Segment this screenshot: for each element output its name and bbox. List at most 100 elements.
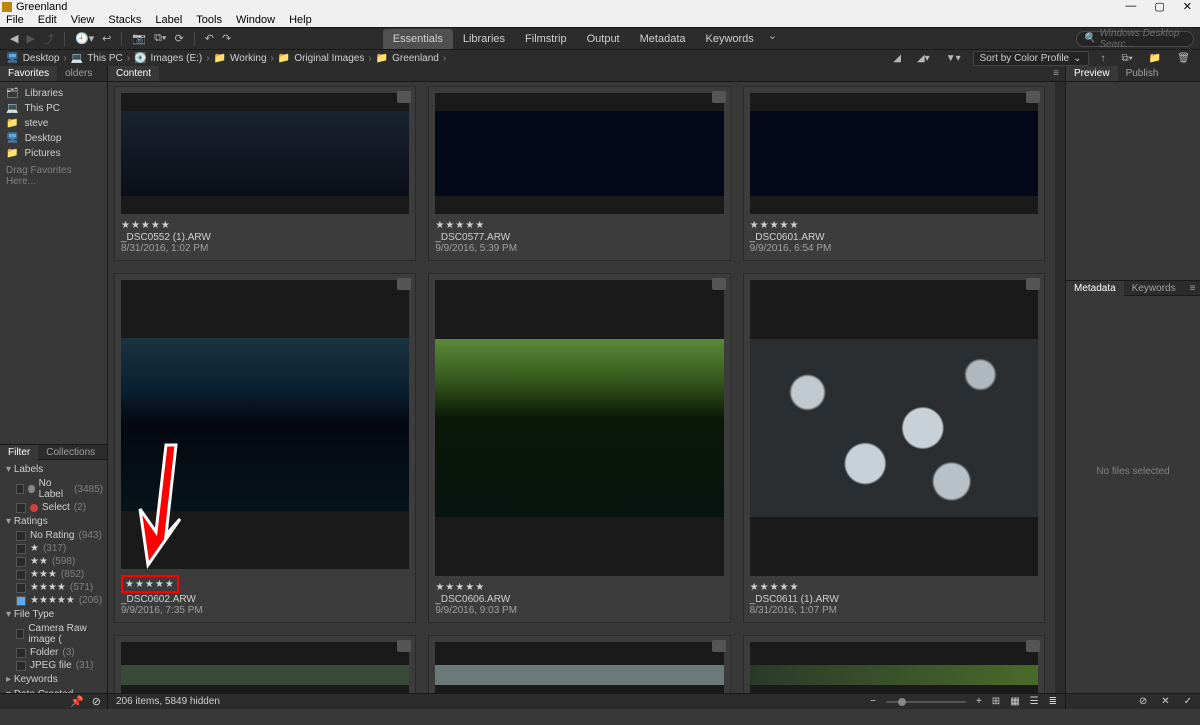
menu-file[interactable]: File	[6, 14, 24, 26]
filter-4star[interactable]: ★★★★ (571)	[6, 581, 103, 594]
zoom-out-icon[interactable]: −	[870, 696, 876, 707]
filter-nolabel[interactable]: No Label (3485)	[6, 477, 103, 501]
sort-select[interactable]: Sort by Color Profile⌄	[973, 51, 1089, 66]
camera-icon[interactable]: 📷	[128, 32, 150, 45]
vertical-scrollbar[interactable]	[1055, 82, 1065, 693]
filter-3star[interactable]: ★★★ (852)	[6, 568, 103, 581]
clear-filter-icon[interactable]: ⊘	[92, 695, 101, 708]
rotate-cw-icon[interactable]: ↷	[218, 32, 235, 45]
rating-stars[interactable]: ★★★★★	[125, 579, 175, 590]
tab-preview[interactable]: Preview	[1066, 66, 1118, 81]
boomerang-icon[interactable]: ↩	[98, 32, 115, 45]
back-icon[interactable]: ◀	[6, 32, 22, 45]
section-filetype[interactable]: File Type Camera Raw image ( Folder (3) …	[6, 607, 103, 672]
thumb-item[interactable]: ★★★★★ _DSC0611 (1).ARW 8/31/2016, 1:07 P…	[743, 273, 1045, 623]
crumb-pc[interactable]: This PC	[87, 53, 123, 64]
thumb-item[interactable]	[428, 635, 730, 693]
crumb-images[interactable]: Images (E:)	[151, 53, 203, 64]
forward-icon[interactable]: ▶	[22, 32, 38, 45]
filter-jpeg[interactable]: JPEG file (31)	[6, 659, 103, 672]
settings-badge-icon[interactable]	[1026, 278, 1040, 290]
filter-ratings-icon[interactable]: ◢	[889, 53, 905, 64]
thumb-item[interactable]	[743, 635, 1045, 693]
open-recent-icon[interactable]: ⧉▾	[1118, 53, 1137, 64]
rating-stars[interactable]: ★★★★★	[121, 220, 409, 231]
filter-label-icon[interactable]: ◢▾	[913, 53, 934, 64]
filter-2star[interactable]: ★★ (598)	[6, 555, 103, 568]
crumb-desktop[interactable]: Desktop	[23, 53, 60, 64]
ws-keywords[interactable]: Keywords	[696, 29, 764, 49]
view-list-icon[interactable]: ≣	[1049, 696, 1057, 707]
panel-menu-icon[interactable]: ≡	[1184, 283, 1200, 294]
sort-asc-icon[interactable]: ↑	[1097, 53, 1110, 64]
fav-thispc[interactable]: 💻This PC	[2, 101, 105, 116]
ws-output[interactable]: Output	[577, 29, 630, 49]
ws-filmstrip[interactable]: Filmstrip	[515, 29, 577, 49]
fav-steve[interactable]: 📁steve	[2, 116, 105, 131]
apply-icon[interactable]: ✓	[1184, 696, 1192, 707]
crumb-greenland[interactable]: Greenland	[392, 53, 439, 64]
settings-badge-icon[interactable]	[1026, 91, 1040, 103]
zoom-in-icon[interactable]: +	[976, 696, 982, 707]
tab-favorites[interactable]: Favorites	[0, 66, 57, 81]
refresh-icon[interactable]: ⟳	[171, 32, 188, 45]
view-grid-icon[interactable]: ▦	[1010, 696, 1019, 707]
settings-badge-icon[interactable]	[1026, 640, 1040, 652]
thumb-item[interactable]: ★★★★★ _DSC0577.ARW 9/9/2016, 5:39 PM	[428, 86, 730, 261]
tab-folders[interactable]: olders	[57, 66, 100, 81]
section-ratings[interactable]: Ratings No Rating (943) ★ (317) ★★ (598)…	[6, 514, 103, 607]
menu-view[interactable]: View	[71, 14, 95, 26]
thumb-item[interactable]: ★★★★★ _DSC0552 (1).ARW 8/31/2016, 1:02 P…	[114, 86, 416, 261]
tab-collections[interactable]: Collections	[38, 445, 103, 460]
section-keywords[interactable]: Keywords	[6, 672, 103, 687]
filter-raw[interactable]: Camera Raw image (	[6, 622, 103, 646]
menu-label[interactable]: Label	[155, 14, 182, 26]
section-labels[interactable]: Labels No Label (3485) Select (2)	[6, 462, 103, 514]
lock-thumb-icon[interactable]: ⊞	[992, 696, 1000, 707]
window-maximize-icon[interactable]: ▢	[1154, 0, 1164, 13]
cancel-icon[interactable]: ✕	[1161, 696, 1169, 707]
filter-funnel-icon[interactable]: ▼▾	[942, 53, 965, 64]
tab-content[interactable]: Content	[108, 66, 159, 81]
thumb-item[interactable]: ★★★★★ _DSC0606.ARW 9/9/2016, 9:03 PM	[428, 273, 730, 623]
filter-5star[interactable]: ★★★★★ (206)	[6, 594, 103, 607]
filter-1star[interactable]: ★ (317)	[6, 542, 103, 555]
thumb-item[interactable]	[114, 635, 416, 693]
tab-publish[interactable]: Publish	[1118, 66, 1167, 81]
fav-libraries[interactable]: 🗂Libraries	[2, 86, 105, 101]
export-icon[interactable]: ⧉▾	[150, 32, 170, 45]
rating-stars[interactable]: ★★★★★	[750, 582, 1038, 593]
workspace-more-icon[interactable]: ⌄	[764, 29, 781, 49]
tab-filter[interactable]: Filter	[0, 445, 38, 460]
tab-keywords[interactable]: Keywords	[1124, 281, 1184, 296]
fav-pictures[interactable]: 📁Pictures	[2, 146, 105, 161]
ws-essentials[interactable]: Essentials	[383, 29, 453, 49]
tab-metadata[interactable]: Metadata	[1066, 281, 1124, 296]
rating-stars[interactable]: ★★★★★	[435, 220, 723, 231]
close-panel-icon[interactable]: ⊘	[1139, 696, 1147, 707]
rating-stars[interactable]: ★★★★★	[750, 220, 1038, 231]
filter-folder[interactable]: Folder (3)	[6, 646, 103, 659]
ws-libraries[interactable]: Libraries	[453, 29, 515, 49]
menu-edit[interactable]: Edit	[38, 14, 57, 26]
settings-badge-icon[interactable]	[712, 278, 726, 290]
settings-badge-icon[interactable]	[712, 640, 726, 652]
ws-metadata[interactable]: Metadata	[630, 29, 696, 49]
delete-icon[interactable]: 🗑	[1173, 53, 1194, 64]
rating-stars[interactable]: ★★★★★	[435, 582, 723, 593]
menu-help[interactable]: Help	[289, 14, 312, 26]
new-folder-icon[interactable]: 📁	[1145, 53, 1165, 64]
settings-badge-icon[interactable]	[397, 278, 411, 290]
menu-stacks[interactable]: Stacks	[108, 14, 141, 26]
filter-norating[interactable]: No Rating (943)	[6, 529, 103, 542]
thumbnail-size-slider[interactable]	[886, 701, 966, 703]
menu-window[interactable]: Window	[236, 14, 275, 26]
thumb-item[interactable]: ★★★★★ _DSC0601.ARW 9/9/2016, 6:54 PM	[743, 86, 1045, 261]
settings-badge-icon[interactable]	[397, 640, 411, 652]
pin-icon[interactable]: 📌	[70, 695, 84, 708]
filter-select[interactable]: Select (2)	[6, 501, 103, 514]
panel-menu-icon[interactable]: ≡	[1047, 68, 1065, 79]
search-input[interactable]: 🔍 Windows Desktop Searc...	[1076, 31, 1194, 47]
settings-badge-icon[interactable]	[397, 91, 411, 103]
crumb-working[interactable]: Working	[230, 53, 267, 64]
